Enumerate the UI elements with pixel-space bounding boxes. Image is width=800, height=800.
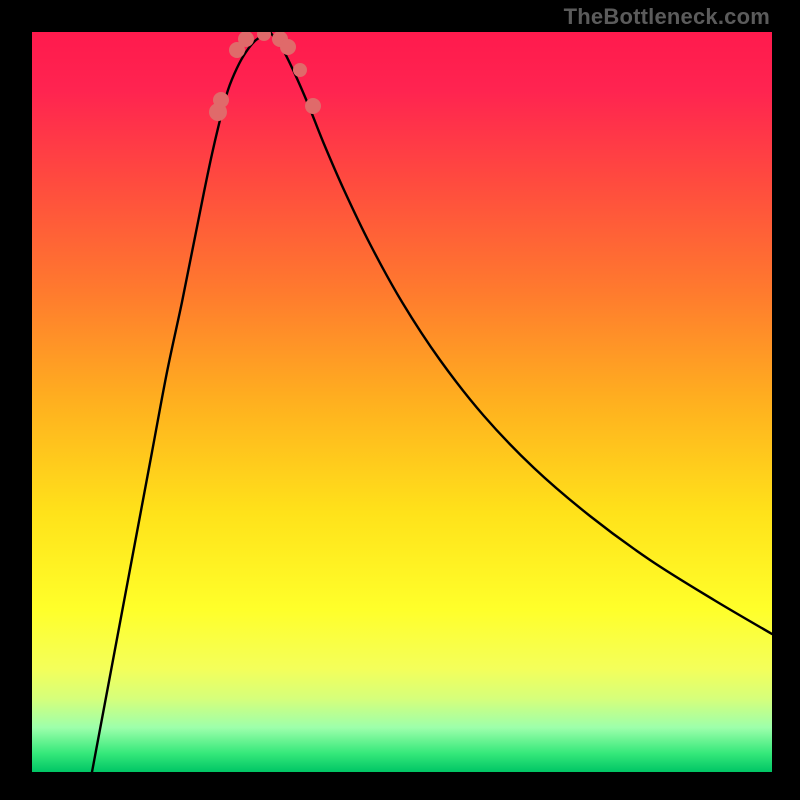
data-marker <box>305 98 321 114</box>
data-marker <box>257 32 271 41</box>
plot-area <box>32 32 772 772</box>
markers <box>209 32 321 121</box>
left-curve <box>92 32 270 772</box>
data-marker <box>213 92 229 108</box>
watermark-label: TheBottleneck.com <box>564 4 770 30</box>
data-marker <box>293 63 307 77</box>
data-marker <box>280 39 296 55</box>
curves-layer <box>32 32 772 772</box>
right-curve <box>270 32 772 634</box>
chart-frame: TheBottleneck.com <box>0 0 800 800</box>
